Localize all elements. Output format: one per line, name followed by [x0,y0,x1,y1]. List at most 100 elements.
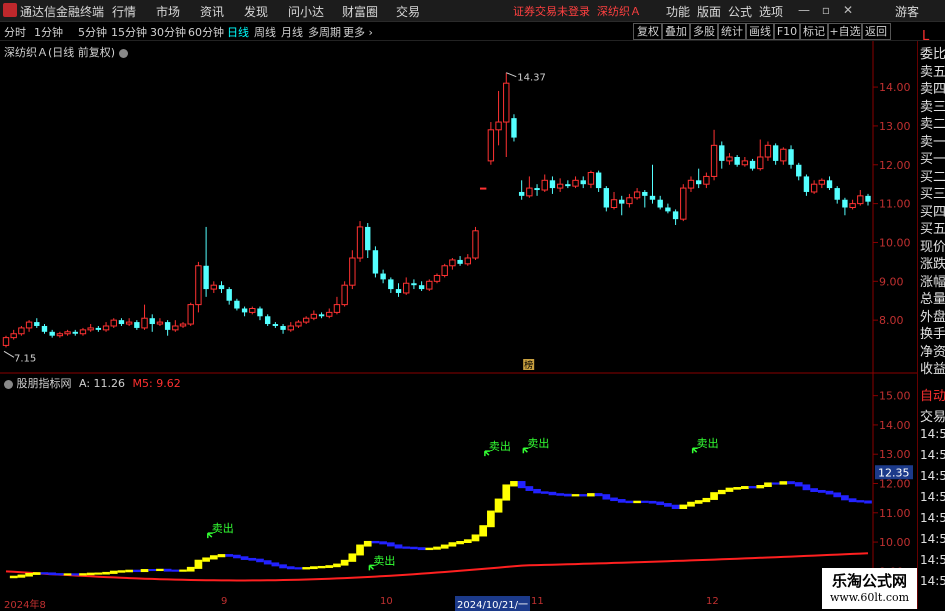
menu-banmian[interactable]: 版面 [697,3,721,20]
indicator-step-down [833,492,842,498]
price-tick-label: 13.00 [879,120,911,133]
candle-body-up [426,280,433,290]
menu-zixun[interactable]: 资讯 [200,3,224,20]
indicator-step-down [48,572,57,576]
indicator-step-down [664,503,672,507]
period-weekly[interactable]: 周线 [254,24,276,40]
candle-body-down [280,325,286,330]
indicator-step-up [456,541,464,545]
period-more[interactable]: 更多 › [343,24,373,40]
tool-diejia[interactable]: 叠加 [661,23,691,40]
candle-body-down [149,318,155,325]
period-1min[interactable]: 1分钟 [34,24,63,40]
period-daily[interactable]: 日线 [227,24,249,40]
menu-xuanxiang[interactable]: 选项 [759,3,783,20]
indicator-step-down [294,567,303,570]
indicator-step-up [32,572,41,575]
candle-body-up [156,321,164,325]
candle-body-down [203,265,209,290]
candle-body-up [210,284,217,290]
quote-field-18: 收益 [920,362,945,377]
menu-jiaoyi[interactable]: 交易 [396,3,420,20]
menu-shichang[interactable]: 市场 [156,3,180,20]
indicator-step-down [594,493,603,497]
candle-body-up [172,325,179,331]
period-5min[interactable]: 5分钟 [78,24,107,40]
x-label-dec: 12 [706,596,719,607]
indicator-step-up [194,559,203,569]
login-status-text: 证券交易未登录 [513,5,590,18]
menu-gongshi[interactable]: 公式 [728,3,752,20]
indicator-step-down [256,558,264,563]
period-30min[interactable]: 30分钟 [150,24,186,40]
indicator-step-down [841,495,849,501]
indicator-step-up [510,481,518,487]
candle-body-down [264,316,271,325]
indicator-tick-label: 11.00 [879,507,911,520]
close-icon[interactable]: ✕ [840,2,856,18]
indicator-legend[interactable]: 股朋指标网 A: 11.26 M5: 9.62 [4,375,181,391]
price-tick-label: 8.00 [879,314,904,327]
period-fenshi[interactable]: 分时 [4,24,26,40]
candle-body-down [49,331,55,336]
period-multi[interactable]: 多周期 [308,24,341,40]
tool-add-watchlist[interactable]: +自选 [827,23,863,40]
menu-faxian[interactable]: 发现 [244,3,268,20]
price-tick-label: 9.00 [879,275,904,288]
trade-time-3: 14:56 [920,448,945,462]
indicator-step-up [448,542,457,547]
tool-tongji[interactable]: 统计 [717,23,747,40]
indicator-step-up [117,570,126,573]
maximize-icon[interactable]: ▫ [818,2,834,18]
indicator-step-down [240,556,249,560]
menu-wenxiaoda[interactable]: 问小达 [288,3,324,20]
chart-area[interactable]: 14.00 13.00 12.00 11.00 10.00 9.00 8.00 14.37 7… [0,41,917,596]
indicator-step-down [625,500,634,504]
tool-f10[interactable]: F10 [773,23,801,40]
indicator-step-down [810,488,818,492]
indicator-step-down [371,540,380,544]
login-status[interactable]: 证券交易未登录 深纺织Ａ [513,3,641,19]
period-60min[interactable]: 60分钟 [188,24,224,40]
period-monthly[interactable]: 月线 [281,24,303,40]
indicator-step-down [579,494,588,497]
indicator-step-up [140,569,149,573]
tool-fuquan[interactable]: 复权 [633,23,663,40]
indicator-step-down [794,482,803,487]
indicator-step-up [741,486,749,490]
tool-fanhui[interactable]: 返回 [861,23,891,40]
chart-title[interactable]: 深纺织Ａ(日线 前复权) [4,44,128,60]
candle-body-down [549,180,556,189]
candle-body-down [865,195,871,202]
right-quote-panel: L 委比 卖五 卖四 卖三 卖二 卖一 买一 买二 买三 买四 买五 现价 涨跌 涨幅 总量 外盘 换手 净资 收益… [917,29,945,609]
settings-circle-icon[interactable] [118,48,128,58]
indicator-settings-icon[interactable] [4,379,13,389]
indicator-step-up [463,539,472,544]
minimize-icon[interactable]: — [796,2,812,18]
trade-option-1[interactable]: 交易 [920,406,945,425]
tool-huaxian[interactable]: 画线 [745,23,775,40]
menu-gongneng[interactable]: 功能 [666,3,690,20]
indicator-tick-label: 15.00 [879,390,911,403]
indicator-step-up [502,484,511,501]
quote-field-8: 买三 [920,187,945,202]
panel-l-label: L [922,29,930,44]
price-tick-label: 10.00 [879,236,911,249]
trade-option-0[interactable]: 自动 [920,385,945,404]
candle-body-up [626,197,633,205]
menu-caifuquan[interactable]: 财富圈 [342,3,378,20]
candle-body-up [310,313,318,319]
indicator-step-down [394,544,403,549]
period-15min[interactable]: 15分钟 [111,24,147,40]
tool-biaoji[interactable]: 标记 [799,23,829,40]
candle-body-down [41,325,48,332]
menu-hangqing[interactable]: 行情 [112,3,136,20]
indicator-axis: 15.0014.0013.0012.0011.0010.009.00 [873,390,911,578]
indicator-step-up [756,484,765,489]
indicator-step-up [340,559,349,566]
candle-body-down [695,180,702,185]
tool-duogu[interactable]: 多股 [689,23,719,40]
watermark-title: 乐淘公式网 [831,572,907,590]
candle-body-down [734,157,740,165]
guest-label[interactable]: 游客 [895,3,919,20]
